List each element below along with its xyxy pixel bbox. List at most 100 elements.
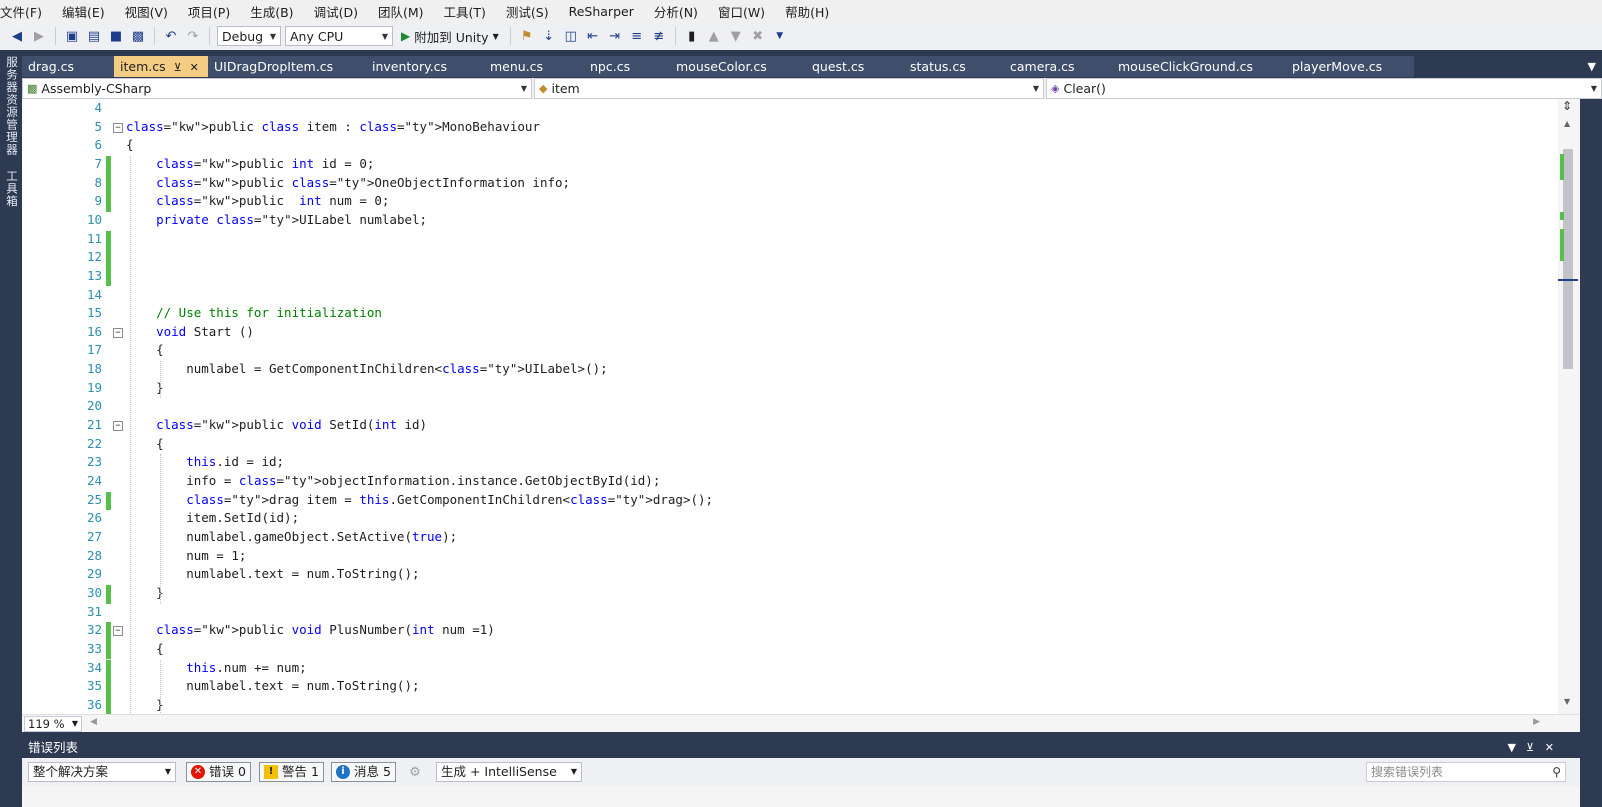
tab-status-cs[interactable]: status.cs xyxy=(904,56,1004,77)
code-line[interactable]: 35 numlabel.text = num.ToString(); xyxy=(22,678,1522,697)
menu-item[interactable]: 项目(P) xyxy=(188,2,240,21)
scroll-left-icon[interactable]: ◀ xyxy=(90,717,97,727)
configuration-dropdown[interactable]: Debug ▼ xyxy=(217,26,281,46)
toolbar-overflow-icon[interactable]: ▼ xyxy=(771,27,789,45)
code-line[interactable]: 13 xyxy=(22,267,1522,287)
filter-icon[interactable]: ⚙ xyxy=(406,763,424,781)
code-line[interactable]: 17 { xyxy=(22,342,1522,361)
code-line[interactable]: 33 { xyxy=(22,640,1522,660)
collapse-toggle[interactable]: − xyxy=(113,327,123,338)
zoom-dropdown[interactable]: 119 % ▼ xyxy=(24,716,82,732)
code-line[interactable]: 9 class="kw">public int num = 0; xyxy=(22,193,1522,212)
redo-icon[interactable]: ↷ xyxy=(184,27,202,45)
collapse-toggle[interactable]: − xyxy=(113,421,123,432)
toolbox-tab[interactable]: 工具箱 xyxy=(4,170,20,208)
tab-list-icon[interactable]: ▼ xyxy=(1588,56,1596,77)
prev-bookmark-icon[interactable]: ▲ xyxy=(705,27,723,45)
tab-npc-cs[interactable]: npc.cs xyxy=(584,56,670,77)
errors-filter-button[interactable]: ✕ 错误 0 xyxy=(186,762,251,782)
code-line[interactable]: 28 num = 1; xyxy=(22,548,1522,567)
menu-item[interactable]: 窗口(W) xyxy=(718,2,775,21)
code-line[interactable]: 15 // Use this for initialization xyxy=(22,305,1522,324)
step-icon[interactable]: ⇣ xyxy=(540,27,558,45)
attach-unity-button[interactable]: ▶ 附加到 Unity ▼ xyxy=(397,27,503,46)
scroll-up-icon[interactable]: ▲ xyxy=(1564,119,1570,128)
open-file-icon[interactable]: ▤ xyxy=(85,27,103,45)
tab-inventory-cs[interactable]: inventory.cs xyxy=(366,56,484,77)
code-editor[interactable]: 4 5− class="kw">public class item : class=… xyxy=(22,99,1580,714)
panel-menu-icon[interactable]: ▼ xyxy=(1508,738,1516,758)
tab-quest-cs[interactable]: quest.cs xyxy=(806,56,904,77)
code-line[interactable]: 7 class="kw">public int id = 0; xyxy=(22,155,1522,175)
tab-camera-cs[interactable]: camera.cs xyxy=(1004,56,1112,77)
tab-uidragdropitem-cs[interactable]: UIDragDropItem.cs xyxy=(208,56,366,77)
code-line[interactable]: 4 xyxy=(22,100,1522,119)
scope-dropdown[interactable]: 整个解决方案 ▼ xyxy=(28,762,176,782)
bookmark-icon[interactable]: ▮ xyxy=(683,27,701,45)
tab-mousecolor-cs[interactable]: mouseColor.cs xyxy=(670,56,806,77)
scroll-down-icon[interactable]: ▼ xyxy=(1564,697,1570,706)
build-filter-dropdown[interactable]: 生成 + IntelliSense ▼ xyxy=(436,762,582,782)
menu-item[interactable]: 文件(F) xyxy=(0,2,52,21)
error-search-input[interactable]: 搜索错误列表 ⚲ xyxy=(1366,762,1566,782)
code-line[interactable]: 27 numlabel.gameObject.SetActive(true); xyxy=(22,529,1522,548)
code-line[interactable]: 19 } xyxy=(22,380,1522,399)
menu-item[interactable]: 团队(M) xyxy=(378,2,434,21)
menu-item[interactable]: 分析(N) xyxy=(654,2,708,21)
project-dropdown[interactable]: ▩ Assembly-CSharp ▼ xyxy=(22,78,532,99)
close-icon[interactable]: ✕ xyxy=(1545,738,1554,758)
tab-playermove-cs[interactable]: playerMove.cs xyxy=(1286,56,1414,77)
split-icon[interactable]: ⇕ xyxy=(1562,99,1572,113)
undo-icon[interactable]: ↶ xyxy=(162,27,180,45)
platform-dropdown[interactable]: Any CPU ▼ xyxy=(285,26,393,46)
code-line[interactable]: 20 xyxy=(22,398,1522,417)
next-bookmark-icon[interactable]: ▼ xyxy=(727,27,745,45)
indent-icon[interactable]: ⇥ xyxy=(606,27,624,45)
menu-item[interactable]: 生成(B) xyxy=(250,2,303,21)
back-icon[interactable]: ◀ xyxy=(8,27,26,45)
type-dropdown[interactable]: ◆ item ▼ xyxy=(534,78,1044,99)
member-dropdown[interactable]: ◈ Clear() ▼ xyxy=(1046,78,1602,99)
code-line[interactable]: 21− class="kw">public void SetId(int id) xyxy=(22,417,1522,436)
code-line[interactable]: 8 class="kw">public class="ty">OneObject… xyxy=(22,174,1522,194)
code-line[interactable]: 14 xyxy=(22,287,1522,306)
collapse-toggle[interactable]: − xyxy=(113,122,123,133)
server-explorer-tab[interactable]: 服务器资源管理器 xyxy=(4,56,20,156)
layout-icon[interactable]: ◫ xyxy=(562,27,580,45)
new-project-icon[interactable]: ▣ xyxy=(63,27,81,45)
save-icon[interactable]: ■ xyxy=(107,27,125,45)
code-line[interactable]: 25 class="ty">drag item = this.GetCompon… xyxy=(22,491,1522,511)
menu-item[interactable]: 帮助(H) xyxy=(785,2,839,21)
menu-item[interactable]: 视图(V) xyxy=(125,2,178,21)
vertical-scrollbar[interactable]: ⇕ ▲ ▼ xyxy=(1558,99,1580,714)
menu-item[interactable]: 测试(S) xyxy=(506,2,559,21)
pin-icon[interactable]: ⊻ xyxy=(174,61,182,74)
code-line[interactable]: 31 xyxy=(22,604,1522,623)
scroll-right-icon[interactable]: ▶ xyxy=(1533,717,1540,727)
code-line[interactable]: 5− class="kw">public class item : class="… xyxy=(22,119,1522,138)
code-line[interactable]: 24 info = class="ty">objectInformation.i… xyxy=(22,473,1522,492)
pin-icon[interactable]: ⊻ xyxy=(1526,738,1534,758)
uncomment-icon[interactable]: ≢ xyxy=(650,27,668,45)
code-line[interactable]: 26 item.SetId(id); xyxy=(22,510,1522,529)
code-line[interactable]: 18 numlabel = GetComponentInChildren<cla… xyxy=(22,361,1522,380)
menu-item[interactable]: 工具(T) xyxy=(444,2,496,21)
comment-icon[interactable]: ≡ xyxy=(628,27,646,45)
code-line[interactable]: 12 xyxy=(22,249,1522,268)
code-line[interactable]: 32− class="kw">public void PlusNumber(in… xyxy=(22,622,1522,641)
code-line[interactable]: 16− void Start () xyxy=(22,324,1522,343)
save-all-icon[interactable]: ▩ xyxy=(129,27,147,45)
messages-filter-button[interactable]: i 消息 5 xyxy=(331,762,396,782)
outdent-icon[interactable]: ⇤ xyxy=(584,27,602,45)
scroll-thumb[interactable] xyxy=(1563,149,1573,369)
tab-drag-cs[interactable]: drag.cs xyxy=(22,56,114,77)
tab-menu-cs[interactable]: menu.cs xyxy=(484,56,584,77)
collapse-toggle[interactable]: − xyxy=(113,626,123,637)
code-line[interactable]: 10 private class="ty">UILabel numlabel; xyxy=(22,212,1522,231)
code-line[interactable]: 30 } xyxy=(22,584,1522,604)
find-icon[interactable]: ⚑ xyxy=(518,27,536,45)
code-line[interactable]: 22 { xyxy=(22,436,1522,455)
code-line[interactable]: 36 } xyxy=(22,696,1522,714)
code-line[interactable]: 6{ xyxy=(22,137,1522,156)
menu-item[interactable]: 编辑(E) xyxy=(62,2,115,21)
